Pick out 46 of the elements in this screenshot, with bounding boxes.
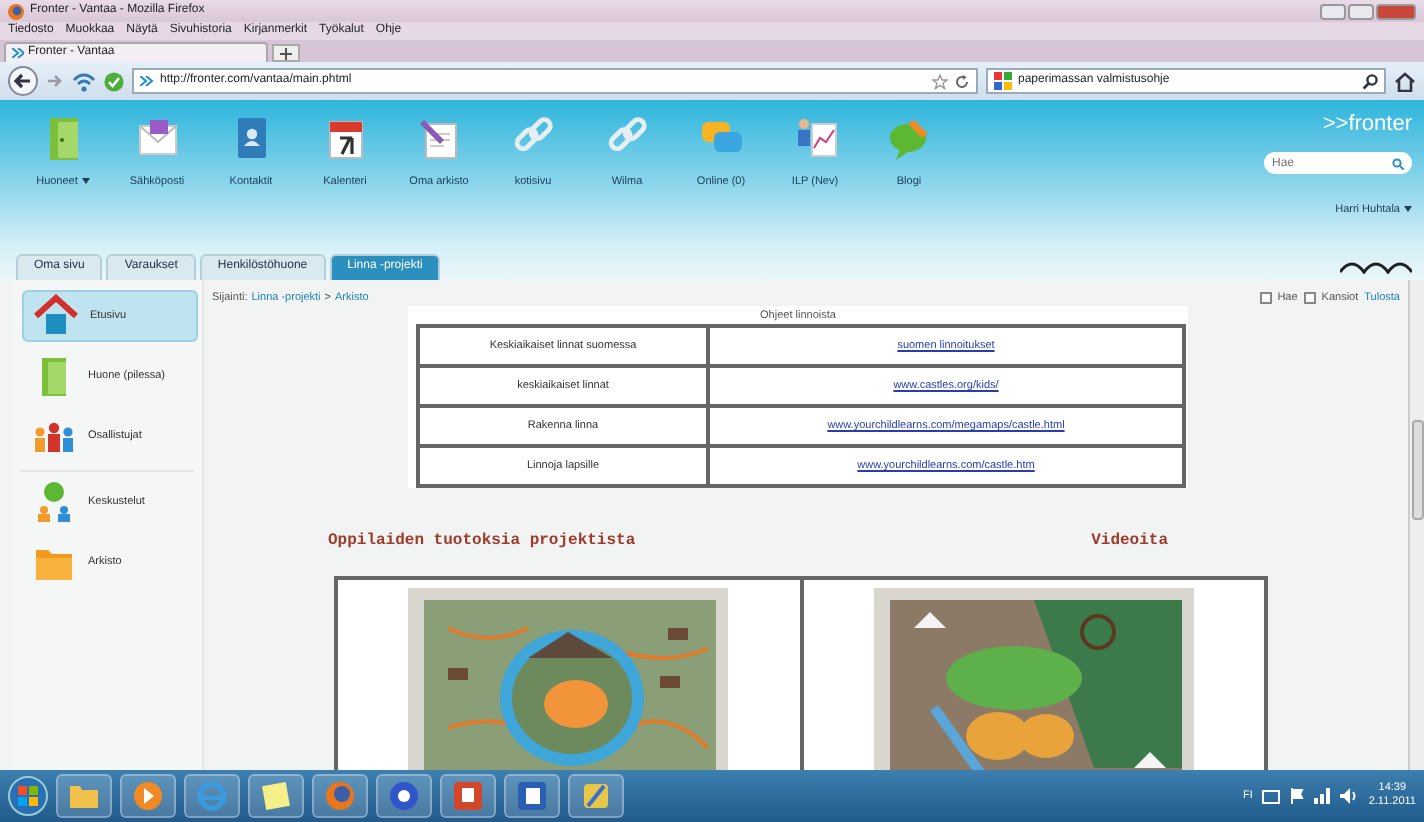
caret-icon — [81, 178, 90, 185]
discussion-icon — [32, 480, 76, 524]
reload-icon[interactable] — [954, 73, 970, 89]
new-tab-button[interactable] — [272, 44, 300, 62]
media-player-icon — [130, 778, 166, 814]
taskbar-button[interactable] — [56, 774, 112, 818]
browser-icon — [194, 778, 230, 814]
search-icon[interactable] — [1362, 73, 1378, 89]
forward-icon[interactable] — [46, 72, 64, 90]
network-icon[interactable] — [72, 71, 96, 91]
presentation-icon — [450, 778, 486, 814]
site-icon — [140, 76, 154, 86]
browser-logo-icon — [322, 778, 358, 814]
close-button[interactable] — [1376, 3, 1416, 19]
caret-icon — [1404, 206, 1412, 213]
flag-icon[interactable] — [1290, 788, 1305, 804]
logo-icon — [1340, 256, 1412, 274]
scrollbar-thumb[interactable] — [1411, 420, 1423, 520]
document-icon — [514, 778, 550, 814]
search-engine-icon — [994, 72, 1012, 90]
house-icon — [34, 294, 78, 338]
browser-logo-icon — [8, 3, 24, 19]
taskbar-button[interactable] — [376, 774, 432, 818]
taskbar-button[interactable] — [504, 774, 560, 818]
logo: >>fronter — [1322, 112, 1412, 139]
taskbar-button[interactable] — [568, 774, 624, 818]
checkbox[interactable] — [1259, 292, 1272, 305]
start-button-icon[interactable] — [8, 776, 48, 816]
taskbar-button[interactable] — [248, 774, 304, 818]
speaker-icon[interactable] — [1340, 788, 1359, 804]
app-icon — [578, 778, 614, 814]
taskbar-button[interactable] — [312, 774, 368, 818]
home-icon[interactable] — [1394, 71, 1416, 91]
taskbar-button[interactable] — [440, 774, 496, 818]
checkbox[interactable] — [1303, 292, 1316, 305]
taskbar-button[interactable] — [120, 774, 176, 818]
network-icon[interactable] — [1314, 788, 1331, 804]
sticky-note-icon — [258, 778, 294, 814]
back-icon[interactable] — [8, 66, 38, 96]
star-icon[interactable] — [932, 73, 948, 89]
section-heading: Videoita — [1091, 532, 1168, 552]
check-icon[interactable] — [104, 71, 124, 91]
minimize-button[interactable] — [1320, 3, 1346, 19]
maximize-button[interactable] — [1348, 3, 1374, 19]
section-heading: Oppilaiden tuotoksia projektista — [328, 532, 636, 552]
tab-favicon-icon — [12, 48, 24, 58]
